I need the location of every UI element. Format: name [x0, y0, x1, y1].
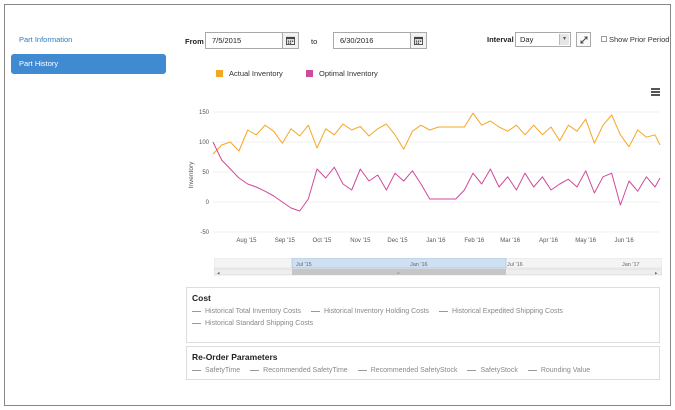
- navigator-selection[interactable]: [291, 258, 507, 269]
- reorder-item[interactable]: Recommended SafetyStock: [357, 367, 458, 374]
- sidebar-item-part-history[interactable]: Part History: [11, 54, 166, 74]
- to-calendar-button[interactable]: [410, 32, 427, 49]
- navigator-label: Jul '16: [507, 262, 523, 268]
- legend-swatch-optimal: [306, 70, 313, 77]
- to-date-input[interactable]: 6/30/2016: [333, 32, 411, 49]
- legend-swatch-actual: [216, 70, 223, 77]
- x-tick-label: Feb '16: [464, 238, 484, 244]
- cost-panel-title: Cost: [192, 293, 211, 303]
- line-legend-icon: [527, 369, 537, 372]
- line-legend-icon: [192, 322, 201, 325]
- reorder-item-label: Rounding Value: [540, 367, 591, 374]
- x-tick-label: Jun '16: [615, 238, 635, 244]
- to-label: to: [311, 37, 318, 46]
- legend-label-optimal: Optimal Inventory: [319, 69, 378, 78]
- line-legend-icon: [439, 310, 449, 313]
- reorder-item[interactable]: SafetyStock: [467, 367, 518, 374]
- x-tick-label: Sep '15: [275, 238, 296, 244]
- from-label: From: [185, 37, 204, 46]
- show-prior-period-label: Show Prior Period: [609, 35, 670, 44]
- x-axis-ticks: Aug '15 Sep '15 Oct '15 Nov '15 Dec '15 Jan '…: [236, 238, 634, 244]
- cost-panel: Cost Historical Total Inventory Costs His…: [186, 287, 660, 343]
- x-tick-label: Nov '15: [350, 238, 371, 244]
- reorder-item[interactable]: Recommended SafetyTime: [250, 367, 348, 374]
- navigator-label: Jan '16: [410, 262, 428, 268]
- cost-item[interactable]: Historical Expedited Shipping Costs: [439, 308, 563, 315]
- hamburger-menu-icon[interactable]: [651, 88, 660, 96]
- range-navigator[interactable]: Jul '15 Jan '16 Jul '16 Jan '17 ◂ ▸ ≡: [214, 258, 662, 278]
- expand-icon: [580, 36, 587, 43]
- x-tick-label: May '16: [575, 238, 596, 244]
- chart-grid: [213, 111, 660, 233]
- cost-item-label: Historical Total Inventory Costs: [205, 308, 301, 315]
- from-date-input[interactable]: 7/5/2015: [205, 32, 283, 49]
- calendar-icon: [414, 36, 423, 45]
- x-tick-label: Jan '16: [426, 238, 446, 244]
- reorder-item[interactable]: SafetyTime: [192, 367, 240, 374]
- x-tick-label: Dec '15: [387, 238, 408, 244]
- chevron-down-icon: ▾: [559, 34, 569, 45]
- x-tick-label: Oct '15: [313, 238, 332, 244]
- line-legend-icon: [192, 369, 201, 372]
- y-tick-label: -50: [200, 230, 209, 236]
- x-tick-label: Aug '15: [236, 238, 257, 244]
- series-line-actual[interactable]: [212, 112, 661, 155]
- x-tick-label: Mar '16: [500, 238, 520, 244]
- sidebar-item-part-information[interactable]: Part Information: [11, 30, 166, 50]
- line-legend-icon: [250, 369, 260, 372]
- cost-item-label: Historical Expedited Shipping Costs: [452, 308, 563, 315]
- from-calendar-button[interactable]: [282, 32, 299, 49]
- legend-item-optimal[interactable]: Optimal Inventory: [306, 69, 378, 78]
- line-legend-icon: [357, 369, 367, 372]
- navigator-label: Jan '17: [622, 262, 640, 268]
- sidebar: Part Information Part History: [11, 30, 166, 74]
- cost-item[interactable]: Historical Inventory Holding Costs: [310, 308, 430, 315]
- show-prior-period-checkbox[interactable]: [601, 36, 607, 42]
- y-tick-label: 0: [206, 200, 210, 206]
- scrollbar-grip-icon: ≡: [397, 271, 400, 276]
- cost-item-label: Historical Inventory Holding Costs: [323, 308, 430, 315]
- cost-item[interactable]: Historical Standard Shipping Costs: [192, 320, 313, 327]
- y-tick-label: 50: [202, 170, 209, 176]
- calendar-icon: [286, 36, 295, 45]
- cost-item-label: Historical Standard Shipping Costs: [205, 320, 314, 327]
- y-axis-ticks: 150 100 50 0 -50: [199, 110, 210, 236]
- chart-series: [212, 112, 661, 212]
- legend-item-actual[interactable]: Actual Inventory: [216, 69, 283, 78]
- reorder-item-label: Recommended SafetyStock: [370, 367, 458, 374]
- reorder-item-label: SafetyTime: [205, 367, 241, 374]
- line-legend-icon: [192, 310, 201, 313]
- interval-label: Interval: [487, 35, 514, 44]
- reorder-item-label: Recommended SafetyTime: [263, 367, 348, 374]
- navigator-label: Jul '15: [296, 262, 312, 268]
- reorder-panel-title: Re-Order Parameters: [192, 352, 278, 362]
- x-tick-label: Apr '16: [539, 238, 558, 244]
- reorder-panel: Re-Order Parameters SafetyTime Recommende…: [186, 346, 660, 380]
- interval-select[interactable]: Day ▾: [515, 32, 571, 47]
- cost-panel-items: Historical Total Inventory Costs Historic…: [192, 308, 654, 327]
- y-tick-label: 150: [199, 110, 210, 116]
- series-line-optimal[interactable]: [212, 141, 661, 212]
- legend-label-actual: Actual Inventory: [229, 69, 283, 78]
- line-legend-icon: [467, 369, 477, 372]
- reorder-panel-items: SafetyTime Recommended SafetyTime Recommen…: [192, 367, 654, 374]
- line-legend-icon: [310, 310, 320, 313]
- y-axis-label: Inventory: [188, 161, 195, 188]
- expand-button[interactable]: [576, 32, 591, 47]
- y-tick-label: 100: [199, 140, 210, 146]
- reorder-item-label: SafetyStock: [480, 367, 518, 374]
- interval-select-value: Day: [520, 35, 534, 44]
- reorder-item[interactable]: Rounding Value: [527, 367, 591, 374]
- cost-item[interactable]: Historical Total Inventory Costs: [192, 308, 301, 315]
